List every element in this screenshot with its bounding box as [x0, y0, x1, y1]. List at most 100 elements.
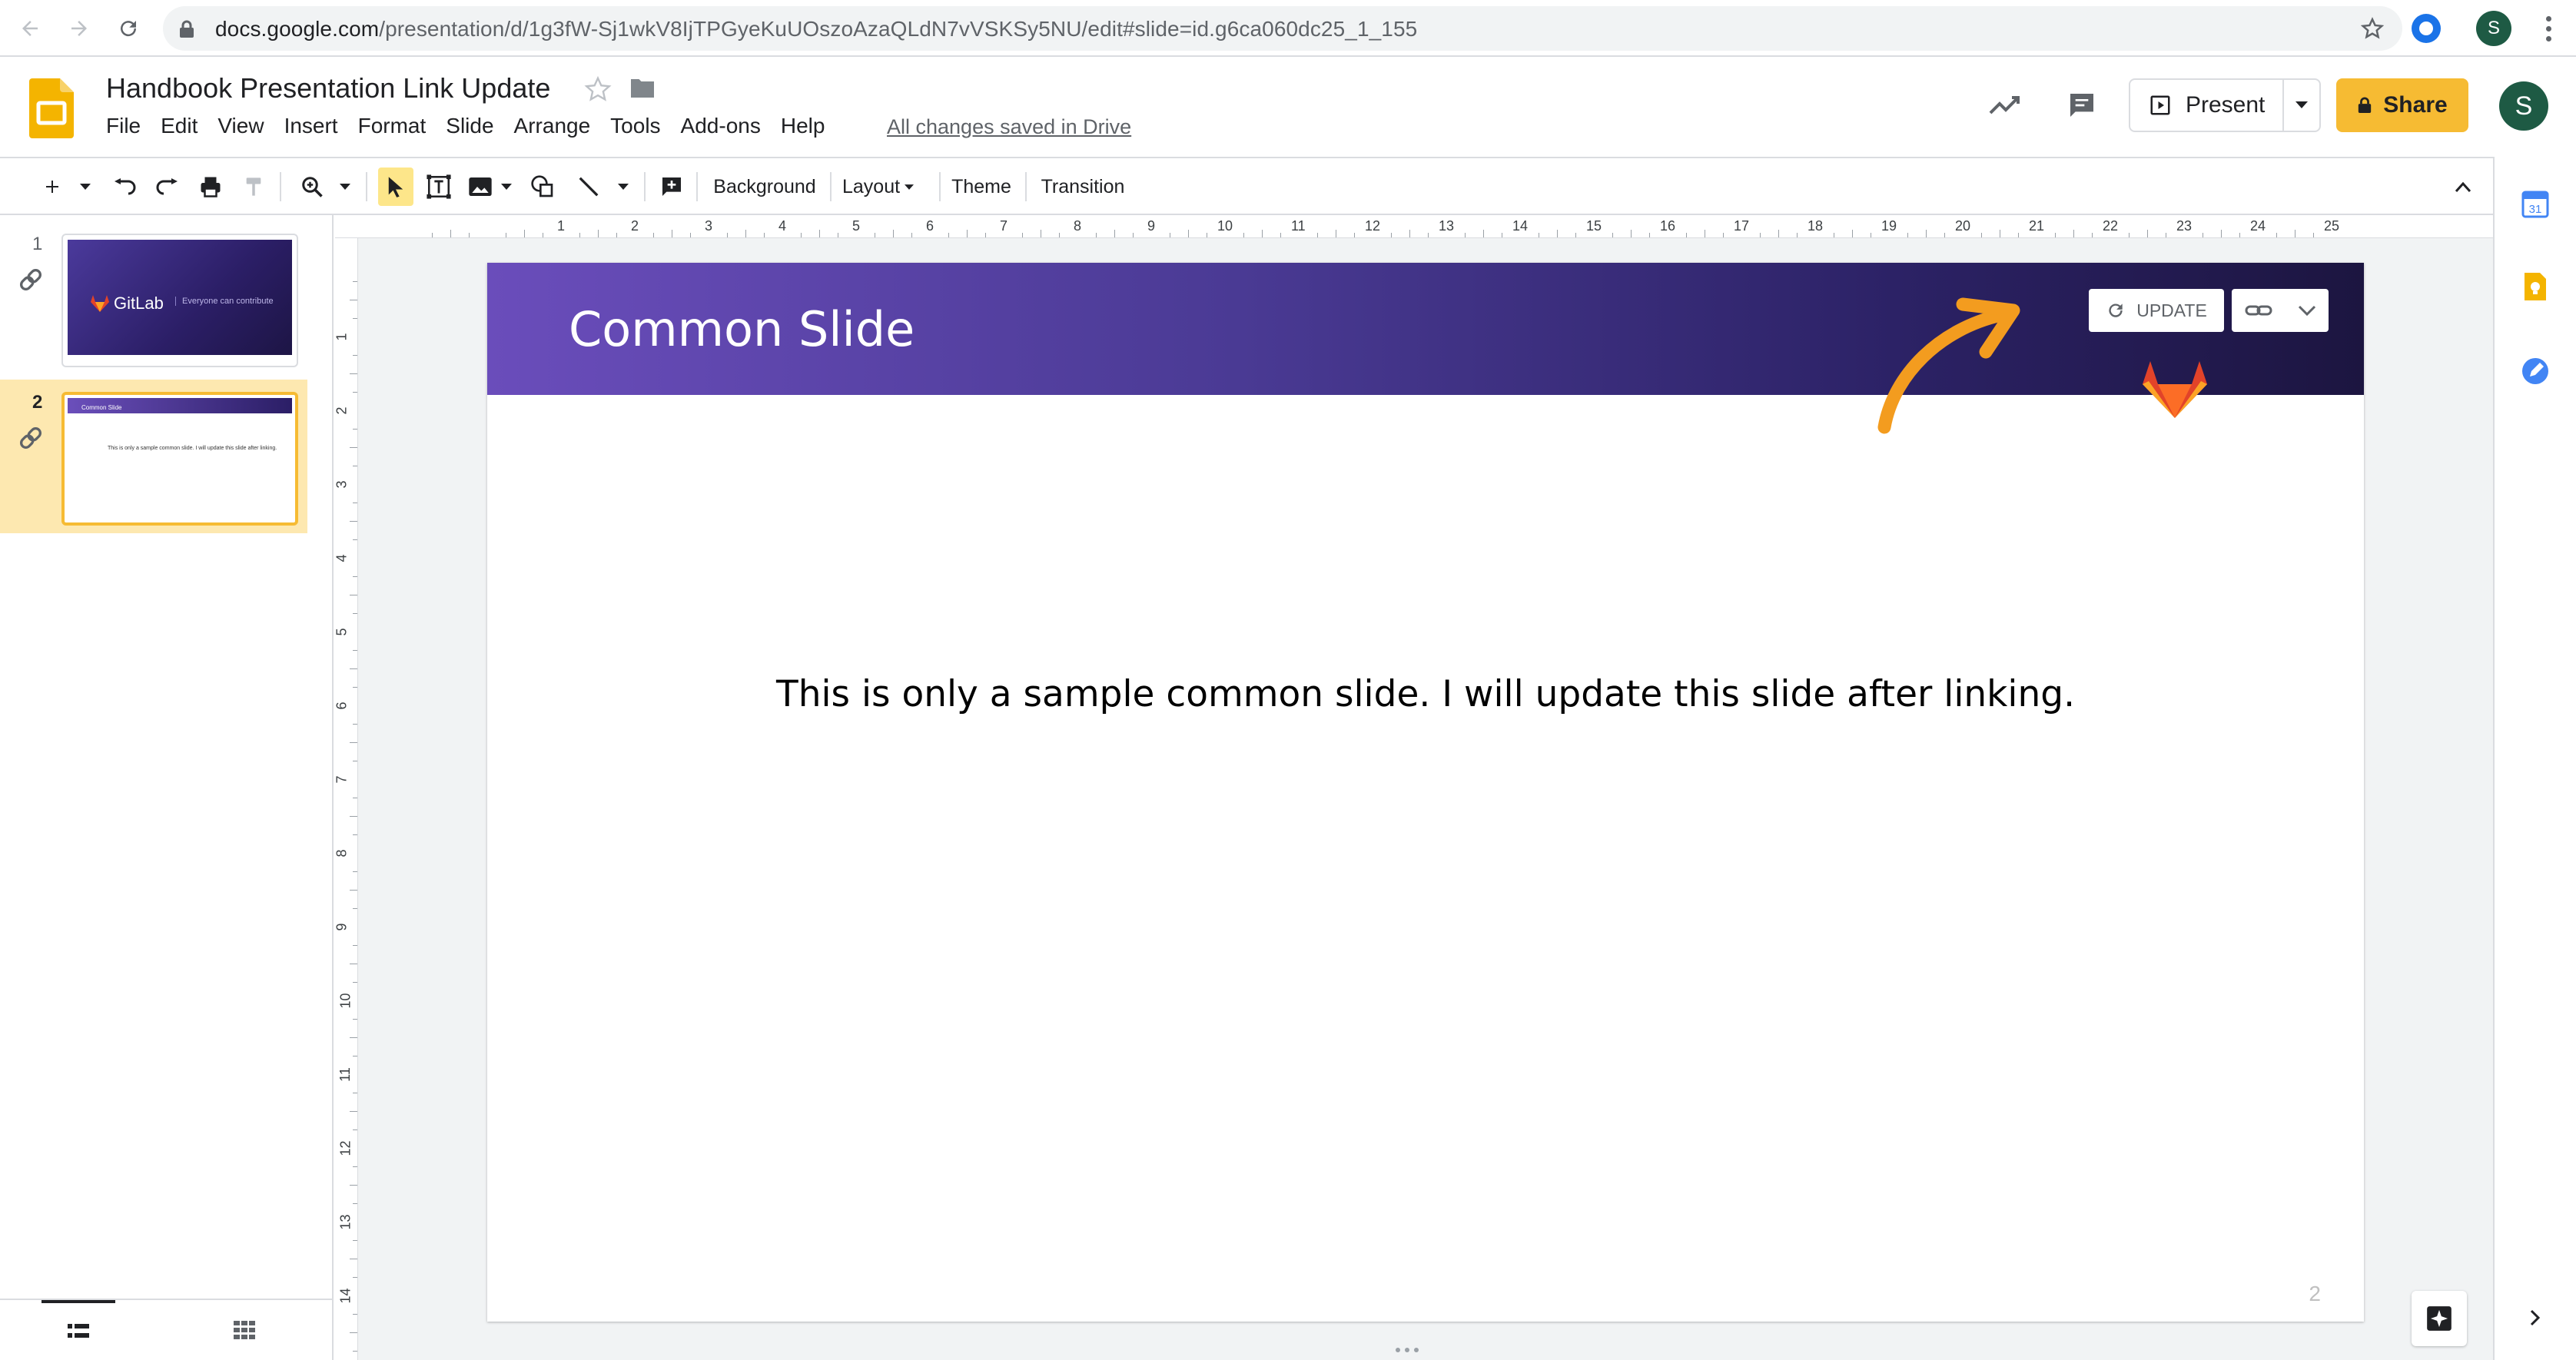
layout-label: Layout: [842, 175, 901, 197]
present-button[interactable]: Present: [2130, 80, 2284, 131]
ruler-tick: [350, 1185, 357, 1186]
slide-thumbnail[interactable]: Common Slide This is only a sample commo…: [61, 392, 298, 526]
bookmark-star-icon[interactable]: [2361, 17, 2384, 40]
save-status-link[interactable]: All changes saved in Drive: [887, 115, 1131, 139]
select-cursor-icon[interactable]: [378, 168, 413, 206]
add-comment-icon[interactable]: [655, 168, 689, 206]
ruler-tick: [350, 373, 357, 374]
ruler-label: 6: [335, 702, 350, 710]
undo-icon[interactable]: [108, 168, 141, 206]
layout-button[interactable]: Layout: [842, 168, 919, 206]
shape-icon[interactable]: [526, 168, 559, 206]
activity-dashboard-icon[interactable]: [1983, 83, 2027, 128]
slide-title[interactable]: Common Slide: [569, 301, 915, 357]
star-icon[interactable]: [584, 75, 612, 103]
new-slide-dropdown-icon[interactable]: [74, 168, 97, 206]
menu-arrange[interactable]: Arrange: [504, 114, 601, 138]
ruler-label: 23: [2176, 218, 2193, 234]
url-text[interactable]: docs.google.com/presentation/d/1g3fW-Sj1…: [215, 17, 1417, 41]
ruler-tick: [353, 281, 357, 282]
redo-icon[interactable]: [151, 168, 184, 206]
document-title[interactable]: Handbook Presentation Link Update: [106, 72, 550, 104]
print-icon[interactable]: [194, 168, 227, 206]
speaker-notes-drag-handle[interactable]: [1396, 1348, 1419, 1352]
background-button[interactable]: Background: [707, 168, 822, 206]
lock-icon[interactable]: [178, 20, 195, 38]
share-button[interactable]: Share: [2336, 78, 2468, 132]
menu-edit[interactable]: Edit: [151, 114, 207, 138]
ruler-tick: [1354, 233, 1355, 237]
menu-tools[interactable]: Tools: [600, 114, 670, 138]
transition-button[interactable]: Transition: [1034, 168, 1131, 206]
menu-file[interactable]: File: [106, 114, 151, 138]
text-box-icon[interactable]: [421, 168, 456, 206]
slide-filmstrip: 1 GitLab Everyone can contribute 2 Commo…: [0, 215, 334, 1360]
image-icon[interactable]: [464, 168, 496, 206]
account-avatar[interactable]: S: [2499, 81, 2548, 131]
folder-icon[interactable]: [629, 77, 656, 100]
slide-thumbnail-row[interactable]: 1 GitLab Everyone can contribute: [0, 221, 307, 375]
calendar-icon[interactable]: 31: [2518, 186, 2553, 221]
extension-icon[interactable]: [2412, 14, 2441, 43]
forward-icon[interactable]: [61, 11, 97, 46]
update-label: UPDATE: [2136, 300, 2207, 320]
thumbnail-title: Common Slide: [81, 404, 122, 411]
ruler-tick: [2147, 230, 2148, 237]
line-icon[interactable]: [572, 168, 606, 206]
browser-profile-avatar[interactable]: S: [2476, 11, 2511, 46]
explore-icon[interactable]: [2412, 1291, 2467, 1346]
menu-help[interactable]: Help: [771, 114, 835, 138]
vertical-ruler[interactable]: 1 2 3 4 5 6 7 8 9 10 11 12 13 14: [335, 238, 358, 1360]
ruler-label: 2: [335, 406, 350, 415]
back-icon[interactable]: [12, 11, 48, 46]
ruler-tick: [1944, 233, 1945, 237]
menu-format[interactable]: Format: [348, 114, 437, 138]
expand-panel-icon[interactable]: [2518, 1300, 2553, 1335]
keep-icon[interactable]: [2518, 269, 2553, 304]
theme-button[interactable]: Theme: [948, 168, 1014, 206]
paint-format-icon[interactable]: [237, 168, 271, 206]
browser-menu-icon[interactable]: [2533, 11, 2564, 46]
ruler-label: 12: [1365, 218, 1381, 234]
ruler-label: 7: [1000, 218, 1008, 234]
slide-page-number: 2: [2309, 1282, 2321, 1305]
address-bar[interactable]: docs.google.com/presentation/d/1g3fW-Sj1…: [163, 6, 2402, 51]
ruler-tick: [598, 230, 599, 237]
zoom-icon[interactable]: [295, 168, 329, 206]
ruler-tick: [353, 1019, 357, 1020]
grid-view-icon[interactable]: [207, 1300, 281, 1360]
menu-slide[interactable]: Slide: [436, 114, 503, 138]
present-dropdown-icon[interactable]: [2284, 80, 2319, 131]
slide-header-band: Common Slide UPDATE: [487, 263, 2364, 434]
ruler-tick: [985, 233, 986, 237]
menu-view[interactable]: View: [207, 114, 274, 138]
link-options-button[interactable]: [2232, 289, 2329, 332]
gitlab-logo: GitLab: [91, 294, 164, 313]
collapse-toolbar-icon[interactable]: [2444, 168, 2482, 206]
filmstrip-view-icon[interactable]: [41, 1300, 115, 1360]
ruler-tick: [1631, 230, 1632, 237]
docs-header: Handbook Presentation Link Update File E…: [0, 58, 2576, 157]
slide-thumbnail[interactable]: GitLab Everyone can contribute: [61, 234, 298, 367]
menu-addons[interactable]: Add-ons: [671, 114, 771, 138]
slide-body-text[interactable]: This is only a sample common slide. I wi…: [487, 673, 2364, 715]
horizontal-ruler[interactable]: 1 2 3 4 5 6 7 8 9 10 11 12 13 14 15 16 17 18 19 20 21 22 23 24 2…: [335, 215, 2493, 238]
ruler-tick: [2092, 233, 2093, 237]
line-dropdown-icon[interactable]: [612, 168, 635, 206]
ruler-label: 11: [1291, 218, 1306, 234]
slide-thumbnail-row-selected[interactable]: 2 Common Slide This is only a sample com…: [0, 380, 307, 533]
ruler-label: 19: [1881, 218, 1897, 234]
new-slide-icon[interactable]: [35, 168, 69, 206]
comment-icon[interactable]: [2060, 83, 2104, 128]
reload-icon[interactable]: [111, 11, 146, 46]
ruler-label: 6: [926, 218, 934, 234]
update-linked-slide-button[interactable]: UPDATE: [2089, 289, 2224, 332]
slides-logo-icon[interactable]: [29, 78, 74, 138]
ruler-tick: [350, 1332, 357, 1333]
slide[interactable]: Common Slide UPDATE This is only a sampl…: [487, 263, 2364, 1322]
zoom-dropdown-icon[interactable]: [334, 168, 357, 206]
tasks-icon[interactable]: [2518, 353, 2553, 389]
side-panel: 31: [2493, 157, 2576, 1360]
menu-insert[interactable]: Insert: [274, 114, 348, 138]
image-dropdown-icon[interactable]: [496, 168, 516, 206]
